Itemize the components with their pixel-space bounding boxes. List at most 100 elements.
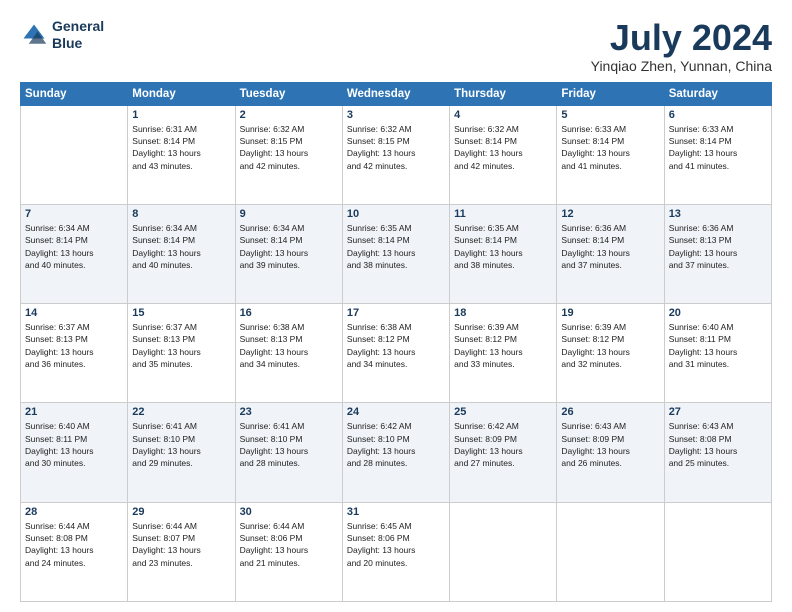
calendar-cell: 29 Sunrise: 6:44 AM Sunset: 8:07 PM Dayli… [128, 502, 235, 601]
cell-info: Sunrise: 6:32 AM Sunset: 8:15 PM Dayligh… [347, 123, 445, 172]
day-number: 29 [132, 506, 230, 518]
weekday-header-cell: Wednesday [342, 82, 449, 105]
weekday-header-cell: Friday [557, 82, 664, 105]
title-block: July 2024 Yinqiao Zhen, Yunnan, China [591, 18, 772, 74]
cell-info: Sunrise: 6:33 AM Sunset: 8:14 PM Dayligh… [561, 123, 659, 172]
cell-info: Sunrise: 6:34 AM Sunset: 8:14 PM Dayligh… [240, 222, 338, 271]
day-number: 18 [454, 307, 552, 319]
weekday-header-cell: Saturday [664, 82, 771, 105]
calendar-cell: 14 Sunrise: 6:37 AM Sunset: 8:13 PM Dayli… [21, 304, 128, 403]
calendar-cell: 8 Sunrise: 6:34 AM Sunset: 8:14 PM Daylig… [128, 204, 235, 303]
calendar-cell: 26Sunrise: 6:43 AM Sunset: 8:09 PM Dayli… [557, 403, 664, 502]
calendar-cell: 24Sunrise: 6:42 AM Sunset: 8:10 PM Dayli… [342, 403, 449, 502]
day-number: 21 [25, 406, 123, 418]
weekday-header-cell: Tuesday [235, 82, 342, 105]
cell-info: Sunrise: 6:45 AM Sunset: 8:06 PM Dayligh… [347, 520, 445, 569]
day-number: 16 [240, 307, 338, 319]
calendar-cell: 12Sunrise: 6:36 AM Sunset: 8:14 PM Dayli… [557, 204, 664, 303]
calendar-cell: 28Sunrise: 6:44 AM Sunset: 8:08 PM Dayli… [21, 502, 128, 601]
calendar-week-row: 14 Sunrise: 6:37 AM Sunset: 8:13 PM Dayli… [21, 304, 772, 403]
cell-info: Sunrise: 6:41 AM Sunset: 8:10 PM Dayligh… [132, 420, 230, 469]
weekday-header-row: SundayMondayTuesdayWednesdayThursdayFrid… [21, 82, 772, 105]
calendar-cell: 19 Sunrise: 6:39 AM Sunset: 8:12 PM Dayli… [557, 304, 664, 403]
calendar-cell: 15 Sunrise: 6:37 AM Sunset: 8:13 PM Dayli… [128, 304, 235, 403]
day-number: 20 [669, 307, 767, 319]
cell-info: Sunrise: 6:44 AM Sunset: 8:06 PM Dayligh… [240, 520, 338, 569]
weekday-header-cell: Thursday [450, 82, 557, 105]
day-number: 9 [240, 208, 338, 220]
cell-info: Sunrise: 6:37 AM Sunset: 8:13 PM Dayligh… [25, 321, 123, 370]
weekday-header-cell: Sunday [21, 82, 128, 105]
cell-info: Sunrise: 6:42 AM Sunset: 8:09 PM Dayligh… [454, 420, 552, 469]
cell-info: Sunrise: 6:36 AM Sunset: 8:14 PM Dayligh… [561, 222, 659, 271]
calendar-cell: 21 Sunrise: 6:40 AM Sunset: 8:11 PM Dayli… [21, 403, 128, 502]
calendar-cell: 27Sunrise: 6:43 AM Sunset: 8:08 PM Dayli… [664, 403, 771, 502]
day-number: 19 [561, 307, 659, 319]
logo: General Blue [20, 18, 104, 52]
cell-info: Sunrise: 6:34 AM Sunset: 8:14 PM Dayligh… [25, 222, 123, 271]
calendar-table: SundayMondayTuesdayWednesdayThursdayFrid… [20, 82, 772, 602]
day-number: 25 [454, 406, 552, 418]
day-number: 3 [347, 109, 445, 121]
calendar-week-row: 28Sunrise: 6:44 AM Sunset: 8:08 PM Dayli… [21, 502, 772, 601]
calendar-cell [664, 502, 771, 601]
day-number: 10 [347, 208, 445, 220]
cell-info: Sunrise: 6:38 AM Sunset: 8:13 PM Dayligh… [240, 321, 338, 370]
calendar-cell: 22 Sunrise: 6:41 AM Sunset: 8:10 PM Dayli… [128, 403, 235, 502]
cell-info: Sunrise: 6:36 AM Sunset: 8:13 PM Dayligh… [669, 222, 767, 271]
day-number: 5 [561, 109, 659, 121]
day-number: 6 [669, 109, 767, 121]
day-number: 11 [454, 208, 552, 220]
day-number: 27 [669, 406, 767, 418]
day-number: 22 [132, 406, 230, 418]
day-number: 2 [240, 109, 338, 121]
day-number: 1 [132, 109, 230, 121]
cell-info: Sunrise: 6:31 AM Sunset: 8:14 PM Dayligh… [132, 123, 230, 172]
cell-info: Sunrise: 6:32 AM Sunset: 8:14 PM Dayligh… [454, 123, 552, 172]
calendar-cell: 10 Sunrise: 6:35 AM Sunset: 8:14 PM Dayli… [342, 204, 449, 303]
calendar-cell: 30 Sunrise: 6:44 AM Sunset: 8:06 PM Dayli… [235, 502, 342, 601]
cell-info: Sunrise: 6:33 AM Sunset: 8:14 PM Dayligh… [669, 123, 767, 172]
day-number: 14 [25, 307, 123, 319]
cell-info: Sunrise: 6:41 AM Sunset: 8:10 PM Dayligh… [240, 420, 338, 469]
month-title: July 2024 [591, 18, 772, 58]
cell-info: Sunrise: 6:32 AM Sunset: 8:15 PM Dayligh… [240, 123, 338, 172]
calendar-cell: 25 Sunrise: 6:42 AM Sunset: 8:09 PM Dayli… [450, 403, 557, 502]
calendar-cell: 7Sunrise: 6:34 AM Sunset: 8:14 PM Daylig… [21, 204, 128, 303]
calendar-cell: 9 Sunrise: 6:34 AM Sunset: 8:14 PM Daylig… [235, 204, 342, 303]
cell-info: Sunrise: 6:39 AM Sunset: 8:12 PM Dayligh… [454, 321, 552, 370]
day-number: 13 [669, 208, 767, 220]
cell-info: Sunrise: 6:43 AM Sunset: 8:09 PM Dayligh… [561, 420, 659, 469]
day-number: 17 [347, 307, 445, 319]
calendar-cell: 1 Sunrise: 6:31 AM Sunset: 8:14 PM Daylig… [128, 105, 235, 204]
cell-info: Sunrise: 6:35 AM Sunset: 8:14 PM Dayligh… [347, 222, 445, 271]
cell-info: Sunrise: 6:35 AM Sunset: 8:14 PM Dayligh… [454, 222, 552, 271]
day-number: 30 [240, 506, 338, 518]
day-number: 8 [132, 208, 230, 220]
logo-icon [20, 21, 48, 49]
header: General Blue July 2024 Yinqiao Zhen, Yun… [20, 18, 772, 74]
cell-info: Sunrise: 6:40 AM Sunset: 8:11 PM Dayligh… [669, 321, 767, 370]
cell-info: Sunrise: 6:40 AM Sunset: 8:11 PM Dayligh… [25, 420, 123, 469]
calendar-cell: 17Sunrise: 6:38 AM Sunset: 8:12 PM Dayli… [342, 304, 449, 403]
cell-info: Sunrise: 6:44 AM Sunset: 8:08 PM Dayligh… [25, 520, 123, 569]
cell-info: Sunrise: 6:37 AM Sunset: 8:13 PM Dayligh… [132, 321, 230, 370]
calendar-cell [450, 502, 557, 601]
logo-text: General Blue [52, 18, 104, 52]
cell-info: Sunrise: 6:34 AM Sunset: 8:14 PM Dayligh… [132, 222, 230, 271]
calendar-cell: 2 Sunrise: 6:32 AM Sunset: 8:15 PM Daylig… [235, 105, 342, 204]
cell-info: Sunrise: 6:39 AM Sunset: 8:12 PM Dayligh… [561, 321, 659, 370]
weekday-header-cell: Monday [128, 82, 235, 105]
location: Yinqiao Zhen, Yunnan, China [591, 58, 772, 74]
cell-info: Sunrise: 6:44 AM Sunset: 8:07 PM Dayligh… [132, 520, 230, 569]
day-number: 15 [132, 307, 230, 319]
calendar-cell: 4Sunrise: 6:32 AM Sunset: 8:14 PM Daylig… [450, 105, 557, 204]
calendar-week-row: 21 Sunrise: 6:40 AM Sunset: 8:11 PM Dayli… [21, 403, 772, 502]
calendar-cell: 13 Sunrise: 6:36 AM Sunset: 8:13 PM Dayli… [664, 204, 771, 303]
calendar-cell: 5 Sunrise: 6:33 AM Sunset: 8:14 PM Daylig… [557, 105, 664, 204]
day-number: 31 [347, 506, 445, 518]
calendar-cell [21, 105, 128, 204]
calendar-cell: 16 Sunrise: 6:38 AM Sunset: 8:13 PM Dayli… [235, 304, 342, 403]
calendar-cell [557, 502, 664, 601]
calendar-cell: 11 Sunrise: 6:35 AM Sunset: 8:14 PM Dayli… [450, 204, 557, 303]
